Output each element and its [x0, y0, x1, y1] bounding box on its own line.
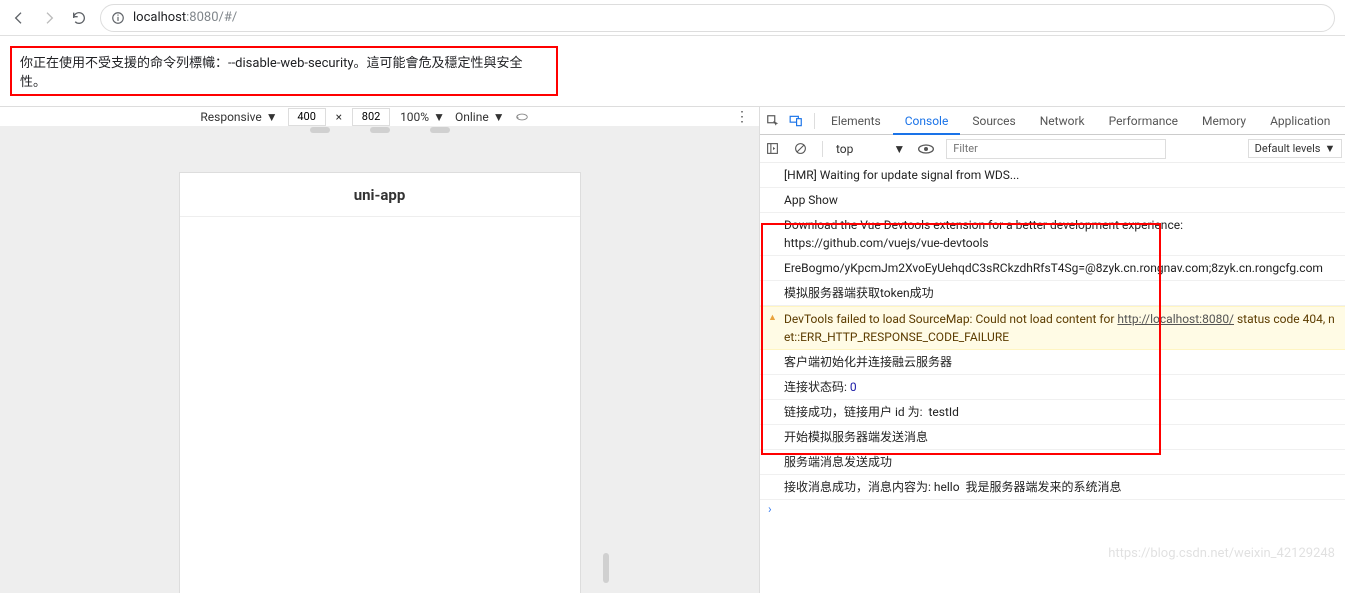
console-line: EreBogmo/yKpcmJm2XvoEyUehqdC3sRCkzdhRfsT…: [760, 256, 1345, 281]
chevron-down-icon: ▼: [893, 142, 905, 156]
levels-label: Default levels: [1255, 142, 1321, 155]
resize-handles[interactable]: [180, 127, 580, 133]
sidebar-toggle-icon[interactable]: [766, 142, 786, 155]
info-icon: [111, 11, 125, 25]
console-line: 接收消息成功，消息内容为: hello 我是服务器端发来的系统消息: [760, 475, 1345, 500]
console-line: [HMR] Waiting for update signal from WDS…: [760, 163, 1345, 188]
tab-performance[interactable]: Performance: [1097, 107, 1190, 135]
chevron-down-icon: ▼: [1324, 142, 1335, 155]
sourcemap-link[interactable]: http://localhost:8080/: [1117, 312, 1234, 326]
console-line: Download the Vue Devtools extension for …: [760, 213, 1345, 256]
watermark: https://blog.csdn.net/weixin_42129248: [1108, 546, 1335, 561]
preview-pane: Responsive ▼ × 100% ▼ Online ▼ ⋮: [0, 107, 760, 593]
console-filter-input[interactable]: [946, 139, 1166, 159]
url-text: localhost:8080/#/: [133, 10, 237, 25]
dev-surface: Responsive ▼ × 100% ▼ Online ▼ ⋮: [0, 106, 1345, 593]
warning-row: 你正在使用不受支援的命令列標幟：--disable-web-security。這…: [0, 36, 1345, 106]
tab-application[interactable]: Application: [1258, 107, 1342, 135]
device-height-input[interactable]: [352, 108, 390, 126]
context-label: top: [836, 142, 853, 156]
throttle-select[interactable]: Online ▼: [455, 110, 505, 124]
reload-button[interactable]: [70, 9, 88, 27]
zoom-label: 100%: [400, 110, 429, 124]
devtools-tabbar: Elements Console Sources Network Perform…: [760, 107, 1345, 135]
device-width-input[interactable]: [288, 108, 326, 126]
security-warning-bar: 你正在使用不受支援的命令列標幟：--disable-web-security。這…: [10, 46, 558, 96]
context-select[interactable]: top ▼: [831, 141, 910, 157]
clear-console-icon[interactable]: [794, 142, 814, 155]
device-mode-select[interactable]: Responsive ▼: [200, 110, 277, 124]
forward-button[interactable]: [40, 9, 58, 27]
tab-sources[interactable]: Sources: [960, 107, 1027, 135]
console-prompt[interactable]: ›: [760, 500, 1345, 518]
console-line: DevTools failed to load SourceMap: Could…: [760, 306, 1345, 350]
console-line: 开始模拟服务器端发送消息: [760, 425, 1345, 450]
device-toggle-icon[interactable]: [788, 114, 810, 128]
throttle-label: Online: [455, 110, 489, 124]
inspect-icon[interactable]: [766, 114, 788, 128]
console-line: App Show: [760, 188, 1345, 213]
tab-elements[interactable]: Elements: [819, 107, 893, 135]
device-mode-label: Responsive: [200, 110, 261, 124]
back-button[interactable]: [10, 9, 28, 27]
device-toolbar: Responsive ▼ × 100% ▼ Online ▼ ⋮: [0, 107, 759, 127]
tab-memory[interactable]: Memory: [1190, 107, 1258, 135]
resize-handle-vertical[interactable]: [603, 553, 609, 583]
chevron-down-icon: ▼: [493, 110, 505, 124]
kebab-menu-icon[interactable]: ⋮: [735, 109, 749, 125]
console-line: 连接状态码: 0: [760, 375, 1345, 400]
tab-console[interactable]: Console: [893, 107, 961, 135]
address-bar[interactable]: localhost:8080/#/: [100, 4, 1335, 32]
devtools-panel: Elements Console Sources Network Perform…: [760, 107, 1345, 593]
console-line: 服务端消息发送成功: [760, 450, 1345, 475]
live-expression-icon[interactable]: [918, 144, 938, 154]
console-line: 链接成功，链接用户 id 为: testId: [760, 400, 1345, 425]
tab-network[interactable]: Network: [1028, 107, 1097, 135]
chevron-down-icon: ▼: [433, 110, 445, 124]
console-line: 模拟服务器端获取token成功: [760, 281, 1345, 306]
log-levels-select[interactable]: Default levels ▼: [1248, 139, 1343, 158]
dimension-x: ×: [336, 110, 342, 124]
app-title: uni-app: [180, 173, 580, 217]
console-output[interactable]: [HMR] Waiting for update signal from WDS…: [760, 163, 1345, 593]
rotate-icon[interactable]: [515, 110, 529, 124]
chevron-down-icon: ▼: [266, 110, 278, 124]
console-filterbar: top ▼ Default levels ▼: [760, 135, 1345, 163]
browser-toolbar: localhost:8080/#/: [0, 0, 1345, 36]
app-frame[interactable]: uni-app: [180, 173, 580, 593]
console-line: 客户端初始化并连接融云服务器: [760, 350, 1345, 375]
preview-area: uni-app: [0, 127, 759, 593]
zoom-select[interactable]: 100% ▼: [400, 110, 445, 124]
